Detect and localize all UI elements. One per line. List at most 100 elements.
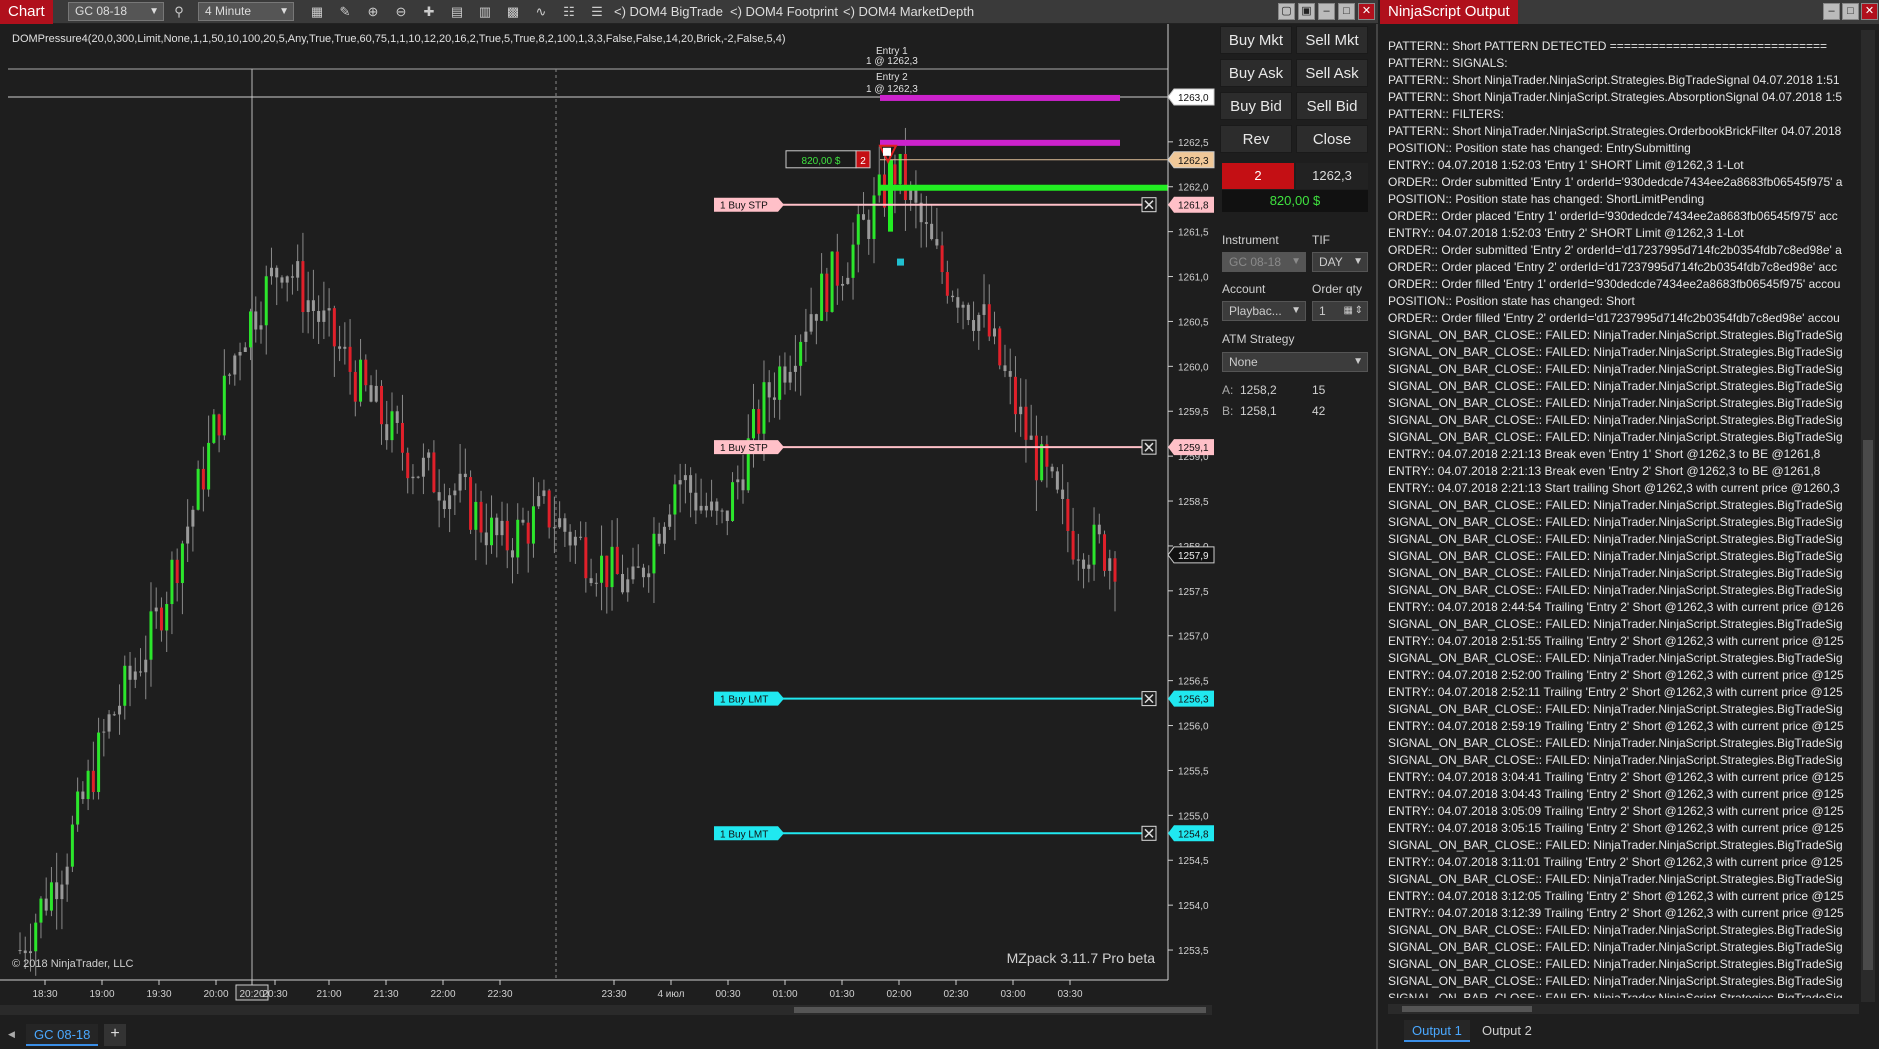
up-candle [222, 375, 226, 436]
strategies-icon[interactable]: ∿ [532, 3, 550, 21]
data-box-icon[interactable]: ☰ [588, 3, 606, 21]
down-candle [254, 311, 258, 330]
down-candle [767, 382, 771, 398]
chart-scrollbar-thumb[interactable] [794, 1007, 1206, 1013]
tab-output-1[interactable]: Output 1 [1404, 1020, 1470, 1042]
down-candle [290, 276, 294, 278]
atm-strategy-select[interactable]: None ▼ [1222, 352, 1368, 372]
reverse-button[interactable]: Rev [1220, 125, 1292, 153]
output-line: SIGNAL_ON_BAR_CLOSE:: FAILED: NinjaTrade… [1388, 838, 1843, 852]
output-scroll-thumb[interactable] [1863, 440, 1873, 970]
dom-marketdepth-button[interactable]: <) DOM4 MarketDepth [843, 0, 974, 24]
down-candle [400, 422, 404, 453]
up-candle [961, 304, 965, 308]
link-icon[interactable]: ▢ [1278, 3, 1295, 20]
down-candle [563, 518, 567, 532]
zoom-in-icon[interactable]: ⊕ [364, 3, 382, 21]
output-log[interactable]: PATTERN:: Short PATTERN DETECTED =======… [1388, 38, 1859, 998]
up-candle [710, 501, 714, 511]
down-candle [825, 273, 829, 312]
output-line: SIGNAL_ON_BAR_CLOSE:: FAILED: NinjaTrade… [1388, 532, 1843, 546]
buy-mkt-button[interactable]: Buy Mkt [1220, 26, 1292, 54]
order-qty-stepper[interactable]: 1 ▦ ⇕ [1312, 301, 1368, 321]
output-line: ORDER:: Order submitted 'Entry 1' orderI… [1388, 175, 1843, 189]
buy-bid-button[interactable]: Buy Bid [1220, 92, 1292, 120]
down-candle [1066, 498, 1070, 531]
down-candle [998, 328, 1002, 366]
drawing-tool-icon[interactable]: ✎ [336, 3, 354, 21]
interval-selector[interactable]: 4 Minute ▼ [198, 2, 294, 21]
maximize-icon[interactable]: □ [1338, 3, 1355, 20]
indicator-label: DOMPressure4(20,0,300,Limit,None,1,1,50,… [12, 33, 786, 45]
down-candle [940, 245, 944, 273]
sell-mkt-button[interactable]: Sell Mkt [1296, 26, 1368, 54]
down-candle [893, 164, 897, 185]
tif-select[interactable]: DAY ▼ [1312, 252, 1368, 272]
down-candle [1082, 559, 1086, 569]
down-candle [217, 414, 221, 436]
price-chart[interactable]: Entry 11 @ 1262,3Entry 21 @ 1262,3820,00… [0, 24, 1215, 1018]
search-icon[interactable]: ⚲ [170, 3, 188, 21]
down-candle [479, 501, 483, 533]
down-candle [987, 304, 991, 337]
time-tick-label: 03:30 [1057, 989, 1082, 1000]
up-candle [720, 510, 724, 512]
time-tick-label: 02:00 [886, 989, 911, 1000]
down-candle [924, 222, 928, 224]
up-candle [264, 276, 268, 326]
time-tick-label: 03:00 [1000, 989, 1025, 1000]
scroll-left-icon[interactable]: ◀ [8, 1029, 15, 1040]
tab-output-2[interactable]: Output 2 [1474, 1020, 1540, 1042]
minimize-icon[interactable]: – [1318, 3, 1335, 20]
minimize-icon[interactable]: – [1823, 3, 1840, 20]
down-candle [1071, 530, 1075, 560]
zoom-out-icon[interactable]: ⊖ [392, 3, 410, 21]
dom-footprint-button[interactable]: <) DOM4 Footprint [730, 0, 838, 24]
buy-ask-button[interactable]: Buy Ask [1220, 59, 1292, 87]
up-candle [626, 579, 630, 593]
indicators-icon[interactable]: ▩ [504, 3, 522, 21]
price-tick-label: 1254,5 [1178, 856, 1209, 867]
sell-bid-button[interactable]: Sell Bid [1296, 92, 1368, 120]
tab-gc-08-18[interactable]: GC 08-18 [26, 1024, 99, 1046]
up-candle [212, 414, 216, 443]
output-horizontal-scrollbar[interactable] [1388, 1004, 1859, 1014]
down-candle [689, 475, 693, 493]
output-window: NinjaScript Output – □ ✕ PATTERN:: Short… [1380, 0, 1879, 1049]
down-candle [1055, 471, 1059, 490]
crosshair-icon[interactable]: ✚ [420, 3, 438, 21]
interval-selector-value: 4 Minute [205, 4, 252, 18]
up-candle [542, 490, 546, 497]
price-tick-label: 1255,5 [1178, 766, 1209, 777]
price-tick-label: 1257,0 [1178, 632, 1209, 643]
spinner-icon[interactable]: ⇕ [1355, 302, 1363, 320]
time-tick-label: 21:00 [316, 989, 341, 1000]
entry-2-detail: 1 @ 1262,3 [866, 84, 918, 95]
add-tab-button[interactable]: + [104, 1024, 126, 1046]
close-icon[interactable]: ✕ [1358, 3, 1375, 20]
up-candle [102, 731, 106, 733]
account-select[interactable]: Playbac... ▼ [1222, 301, 1306, 321]
output-line: ENTRY:: 04.07.2018 3:04:43 Trailing 'Ent… [1388, 787, 1844, 801]
down-candle [521, 519, 525, 523]
sell-ask-button[interactable]: Sell Ask [1296, 59, 1368, 87]
output-vertical-scrollbar[interactable] [1861, 30, 1875, 1002]
templates-icon[interactable]: ▥ [476, 3, 494, 21]
time-tick-label: 22:30 [487, 989, 512, 1000]
close-icon[interactable]: ✕ [1861, 3, 1878, 20]
output-hscroll-thumb[interactable] [1402, 1006, 1532, 1012]
up-candle [736, 479, 740, 483]
instrument-selector[interactable]: GC 08-18 ▼ [68, 2, 164, 21]
properties-icon[interactable]: ▤ [448, 3, 466, 21]
maximize-icon[interactable]: □ [1842, 3, 1859, 20]
dom-bigtrade-button[interactable]: <) DOM4 BigTrade [614, 0, 723, 24]
up-candle [123, 665, 127, 706]
calculator-icon[interactable]: ▦ [1344, 302, 1353, 320]
down-candle [128, 665, 132, 680]
price-tick-label: 1254,0 [1178, 901, 1209, 912]
down-candle [406, 452, 410, 479]
bar-style-icon[interactable]: ▦ [308, 3, 326, 21]
chart-trader-icon[interactable]: ☷ [560, 3, 578, 21]
close-position-button[interactable]: Close [1296, 125, 1368, 153]
copy-icon[interactable]: ▣ [1298, 3, 1315, 20]
